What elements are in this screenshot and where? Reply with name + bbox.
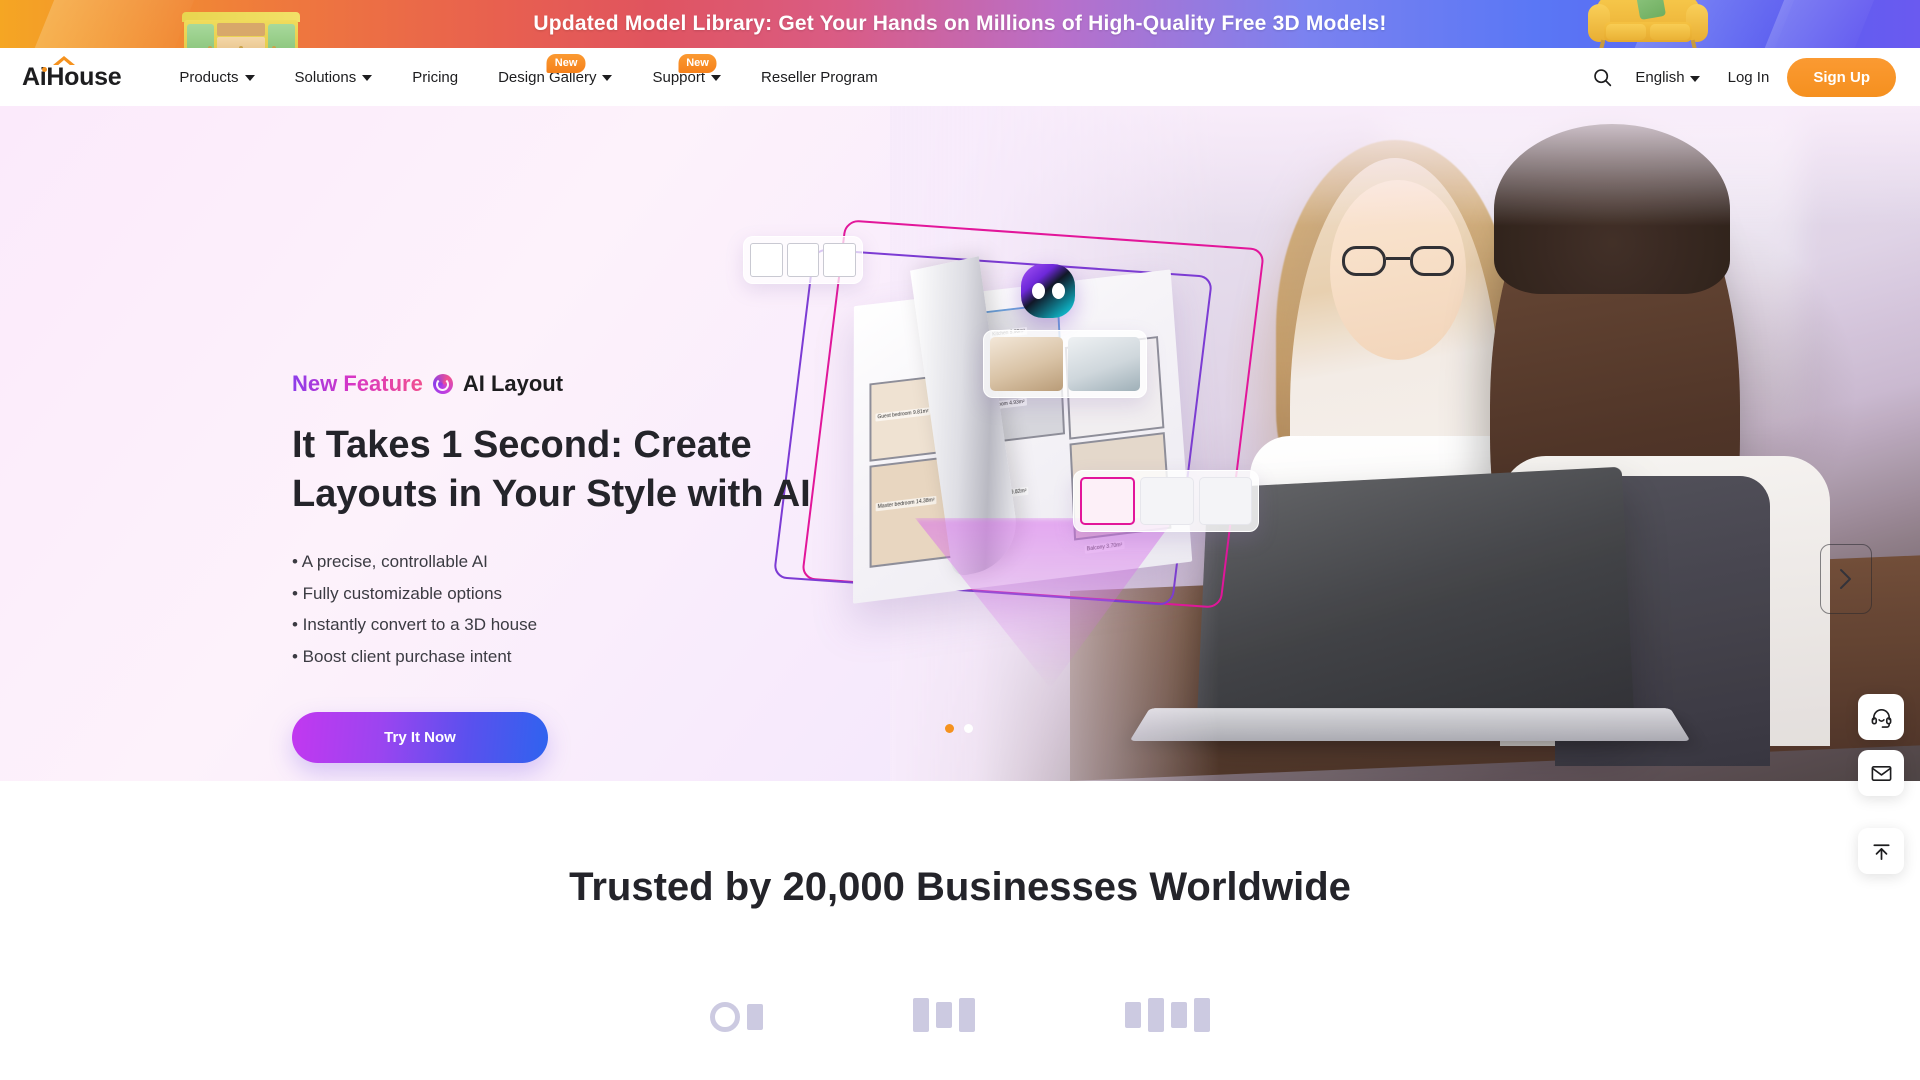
- 3d-sofa-icon: [1588, 0, 1708, 48]
- client-logo-3: [1125, 998, 1210, 1032]
- feature-line: New Feature AI Layout: [292, 371, 812, 397]
- promo-banner-text: Updated Model Library: Get Your Hands on…: [533, 12, 1387, 35]
- nav-links: Products Solutions Pricing New Design Ga…: [159, 48, 897, 106]
- try-it-now-button[interactable]: Try It Now: [292, 712, 548, 763]
- chevron-down-icon: [244, 75, 255, 81]
- promo-banner[interactable]: Updated Model Library: Get Your Hands on…: [0, 0, 1920, 48]
- ai-robot-icon: [1021, 264, 1075, 318]
- nav-item-support[interactable]: New Support: [632, 48, 741, 106]
- chevron-down-icon: [602, 75, 613, 81]
- language-selector[interactable]: English: [1625, 69, 1709, 86]
- nav-label: Products: [179, 68, 239, 86]
- ai-layout-icon: [432, 374, 453, 394]
- nav-right-actions: English Log In Sign Up: [1580, 57, 1896, 97]
- furniture-option: [1198, 477, 1252, 525]
- hero-bullet: • Fully customizable options: [292, 583, 503, 603]
- nav-item-pricing[interactable]: Pricing: [392, 48, 478, 106]
- roof-icon: [53, 55, 75, 66]
- client-logos-row: [0, 998, 1920, 1032]
- render-thumbnail: [990, 337, 1063, 391]
- nav-item-solutions[interactable]: Solutions: [275, 48, 393, 106]
- trusted-section: Trusted by 20,000 Businesses Worldwide: [0, 781, 1920, 1032]
- hero-bullet: • Boost client purchase intent: [292, 646, 512, 666]
- hero-bullet: • A precise, controllable AI: [292, 552, 488, 572]
- logo-text: AiHouse: [22, 62, 122, 91]
- signup-button[interactable]: Sign Up: [1787, 57, 1896, 97]
- nav-item-design-gallery[interactable]: New Design Gallery: [478, 48, 632, 106]
- back-to-top-group: [1858, 828, 1904, 884]
- carousel-next-button[interactable]: [1820, 544, 1872, 614]
- client-logo-2: [913, 998, 975, 1032]
- feature-tag: New Feature: [292, 371, 423, 396]
- new-badge: New: [678, 54, 717, 73]
- nav-label: Pricing: [412, 68, 459, 86]
- furniture-option: [1140, 477, 1194, 525]
- render-preview-card: [983, 330, 1147, 398]
- template-thumb: [823, 243, 857, 277]
- hero-content: New Feature AI Layout It Takes 1 Second:…: [292, 371, 812, 763]
- template-thumb: [786, 243, 820, 277]
- hero-bullet: • Instantly convert to a 3D house: [292, 615, 538, 635]
- chevron-down-icon: [1689, 75, 1700, 82]
- chevron-down-icon: [362, 75, 373, 81]
- hero-bullet-list: • A precise, controllable AI • Fully cus…: [292, 546, 812, 672]
- feature-name: AI Layout: [462, 371, 564, 396]
- arrow-up-to-line-icon[interactable]: [1858, 828, 1904, 874]
- language-label: English: [1635, 68, 1685, 86]
- login-button[interactable]: Log In: [1710, 69, 1788, 86]
- nav-item-products[interactable]: Products: [159, 48, 274, 106]
- chevron-down-icon: [711, 75, 722, 81]
- new-badge: New: [546, 54, 586, 73]
- carousel-dot-1[interactable]: [945, 724, 954, 733]
- hero-carousel: Kitchen 5.98m² Guest bedroom 9.81m² Bath…: [0, 106, 1920, 781]
- furniture-option-selected: [1080, 477, 1136, 525]
- side-action-group: [1858, 694, 1904, 806]
- 3d-sideboard-icon: [182, 4, 302, 48]
- envelope-icon[interactable]: [1858, 750, 1904, 796]
- nav-label: Reseller Program: [761, 68, 878, 86]
- headset-support-icon[interactable]: [1858, 694, 1904, 740]
- nav-label: Solutions: [294, 68, 357, 86]
- hero-title: It Takes 1 Second: Create Layouts in You…: [292, 424, 811, 515]
- carousel-dot-2[interactable]: [964, 724, 973, 733]
- ai-layout-illustration: Kitchen 5.98m² Guest bedroom 9.81m² Bath…: [735, 218, 1355, 688]
- nav-item-reseller-program[interactable]: Reseller Program: [741, 48, 898, 106]
- logo-dot-icon: [42, 66, 47, 72]
- template-thumb: [750, 243, 783, 277]
- carousel-dots: [945, 724, 973, 733]
- search-icon[interactable]: [1580, 67, 1625, 88]
- aihouse-logo[interactable]: AiHouse: [22, 55, 122, 91]
- glasses-icon: [1342, 246, 1454, 276]
- furniture-template-card: [743, 236, 863, 284]
- trusted-title: Trusted by 20,000 Businesses Worldwide: [569, 865, 1351, 909]
- furniture-picker-card: [1073, 470, 1259, 532]
- render-thumbnail: [1067, 337, 1140, 391]
- main-navbar: AiHouse Products Solutions Pricing New D…: [0, 48, 1920, 106]
- banner-sheen: [17, 0, 203, 48]
- client-logo-1: [710, 1002, 763, 1032]
